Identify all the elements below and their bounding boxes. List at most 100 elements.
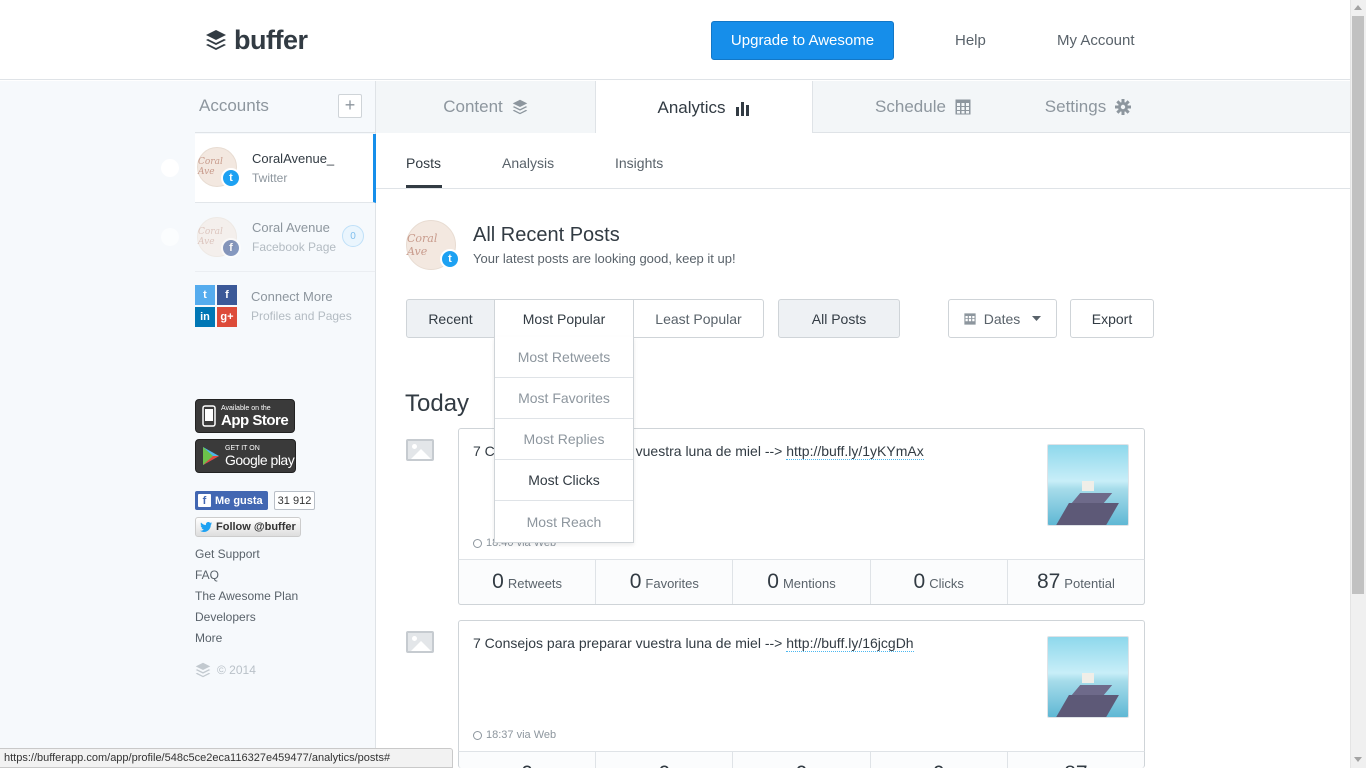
stat-potential: 87 [1008, 752, 1144, 768]
dropdown-item-most-replies[interactable]: Most Replies [495, 419, 633, 460]
post-link[interactable]: http://buff.ly/16jcgDh [786, 635, 914, 652]
profile-network: Twitter [252, 171, 288, 185]
connect-networks-icon: t f in g+ [195, 285, 237, 327]
stat-value: 0 [933, 762, 945, 768]
filter-least-popular-button[interactable]: Least Popular [633, 299, 764, 338]
filter-all-posts-button[interactable]: All Posts [778, 299, 900, 338]
stat-label: Potential [1064, 576, 1115, 591]
linkedin-icon: in [195, 307, 215, 327]
google-play-icon [203, 447, 219, 465]
stat-label: Retweets [507, 576, 563, 591]
get-support-link[interactable]: Get Support [195, 547, 260, 561]
tab-schedule[interactable]: Schedule [813, 81, 1033, 133]
help-link[interactable]: Help [955, 32, 986, 49]
subtab-analysis[interactable]: Analysis [502, 155, 554, 171]
stat-retweets: 0 [459, 752, 597, 768]
twitter-follow-label: Follow @buffer [216, 521, 296, 533]
upgrade-button[interactable]: Upgrade to Awesome [711, 21, 894, 60]
stat-value: 0 [521, 762, 533, 768]
bar-chart-icon [735, 101, 749, 116]
twitter-icon: t [221, 168, 241, 188]
facebook-like-count: 31 912 [274, 491, 315, 510]
copyright: © 2014 [195, 662, 256, 678]
copyright-text: © 2014 [217, 663, 256, 677]
pending-count-badge: 0 [342, 225, 364, 247]
post-link[interactable]: http://buff.ly/1yKYmAx [786, 443, 924, 460]
subtab-posts[interactable]: Posts [406, 155, 441, 171]
tab-content[interactable]: Content [376, 81, 596, 133]
stat-value: 0 [796, 762, 808, 768]
accounts-label: Accounts [199, 96, 269, 115]
scroll-up-icon[interactable] [1354, 5, 1362, 10]
dropdown-item-most-clicks[interactable]: Most Clicks [495, 460, 633, 501]
dropdown-item-most-favorites[interactable]: Most Favorites [495, 378, 633, 419]
dates-dropdown-button[interactable]: Dates [948, 299, 1057, 338]
app-store-large: App Store [221, 411, 289, 429]
subtab-insights[interactable]: Insights [615, 155, 663, 171]
export-button[interactable]: Export [1070, 299, 1154, 338]
profile-network: Facebook Page [252, 240, 337, 254]
my-account-link[interactable]: My Account [1057, 32, 1135, 49]
post-text: 7 Consejos para preparar vuestra luna de… [473, 635, 914, 652]
facebook-icon: f [198, 494, 211, 507]
facebook-like-label: Me gusta [215, 494, 263, 507]
stat-potential: 87 Potential [1008, 560, 1144, 604]
profile-name: CoralAvenue_ [252, 151, 335, 166]
post-thumbnail[interactable] [1047, 444, 1129, 526]
post-text-body: 7 Consejos para preparar vuestra luna de… [473, 635, 787, 651]
buffer-stack-icon [206, 30, 226, 50]
stat-retweets: 0 Retweets [459, 560, 597, 604]
post-time: 18:37 via Web [486, 729, 557, 741]
stat-favorites: 0 [596, 752, 734, 768]
stat-value: 0 [629, 570, 642, 593]
caret-down-icon [1032, 316, 1042, 321]
connect-more-subtitle: Profiles and Pages [251, 309, 352, 323]
profile-select-dot[interactable] [161, 228, 179, 246]
app-store-badge[interactable]: Available on the App Store [195, 399, 295, 433]
stat-label: Favorites [645, 576, 699, 591]
profile-select-dot[interactable] [161, 159, 179, 177]
post-thumbnail[interactable] [1047, 636, 1129, 718]
faq-link[interactable]: FAQ [195, 568, 219, 582]
google-plus-icon: g+ [217, 307, 237, 327]
browser-status-url: https://bufferapp.com/app/profile/548c5c… [0, 748, 453, 768]
buffer-logo[interactable]: buffer [205, 24, 308, 56]
google-play-badge[interactable]: GET IT ON Google play [195, 439, 296, 473]
developers-link[interactable]: Developers [195, 610, 256, 624]
stat-clicks: 0 [871, 752, 1008, 768]
scrollbar-thumb[interactable] [1352, 16, 1364, 594]
page-title: All Recent Posts [473, 224, 620, 246]
scroll-down-icon[interactable] [1354, 757, 1362, 762]
dropdown-item-most-reach[interactable]: Most Reach [495, 501, 633, 542]
image-post-icon [406, 439, 434, 461]
stat-label: Mentions [782, 576, 836, 591]
page-subtitle: Your latest posts are looking good, keep… [473, 251, 736, 266]
tab-analytics[interactable]: Analytics [596, 81, 813, 134]
tab-settings[interactable]: Settings [1033, 81, 1143, 133]
clock-icon [473, 538, 482, 548]
stat-mentions: 0 Mentions [733, 560, 871, 604]
filter-recent-button[interactable]: Recent [406, 299, 495, 338]
awesome-plan-link[interactable]: The Awesome Plan [195, 589, 298, 603]
calendar-icon [955, 99, 971, 115]
clock-icon [473, 730, 482, 740]
filter-most-popular-button[interactable]: Most Popular [494, 299, 634, 338]
today-heading: Today [405, 390, 470, 417]
post-stats: 0 Retweets 0 Favorites 0 Mentions 0 Clicks 8… [458, 559, 1145, 605]
apple-phone-icon [202, 405, 216, 427]
dropdown-item-most-retweets[interactable]: Most Retweets [495, 337, 633, 378]
google-play-large: Google play [225, 451, 295, 468]
facebook-like-button[interactable]: f Me gusta [195, 491, 268, 510]
stat-mentions: 0 [733, 752, 871, 768]
most-popular-dropdown: Most Retweets Most Favorites Most Replie… [494, 337, 634, 543]
stat-value: 87 [1064, 762, 1087, 768]
post-meta: 18:37 via Web [473, 729, 556, 741]
more-link[interactable]: More [195, 631, 222, 645]
twitter-bird-icon [200, 522, 212, 532]
stat-clicks: 0 Clicks [871, 560, 1008, 604]
subtab-active-indicator [406, 185, 442, 188]
stat-value: 87 [1036, 570, 1061, 593]
add-account-button[interactable]: + [338, 94, 362, 118]
profile-name: Coral Avenue [252, 220, 330, 235]
twitter-follow-button[interactable]: Follow @buffer [195, 517, 301, 537]
